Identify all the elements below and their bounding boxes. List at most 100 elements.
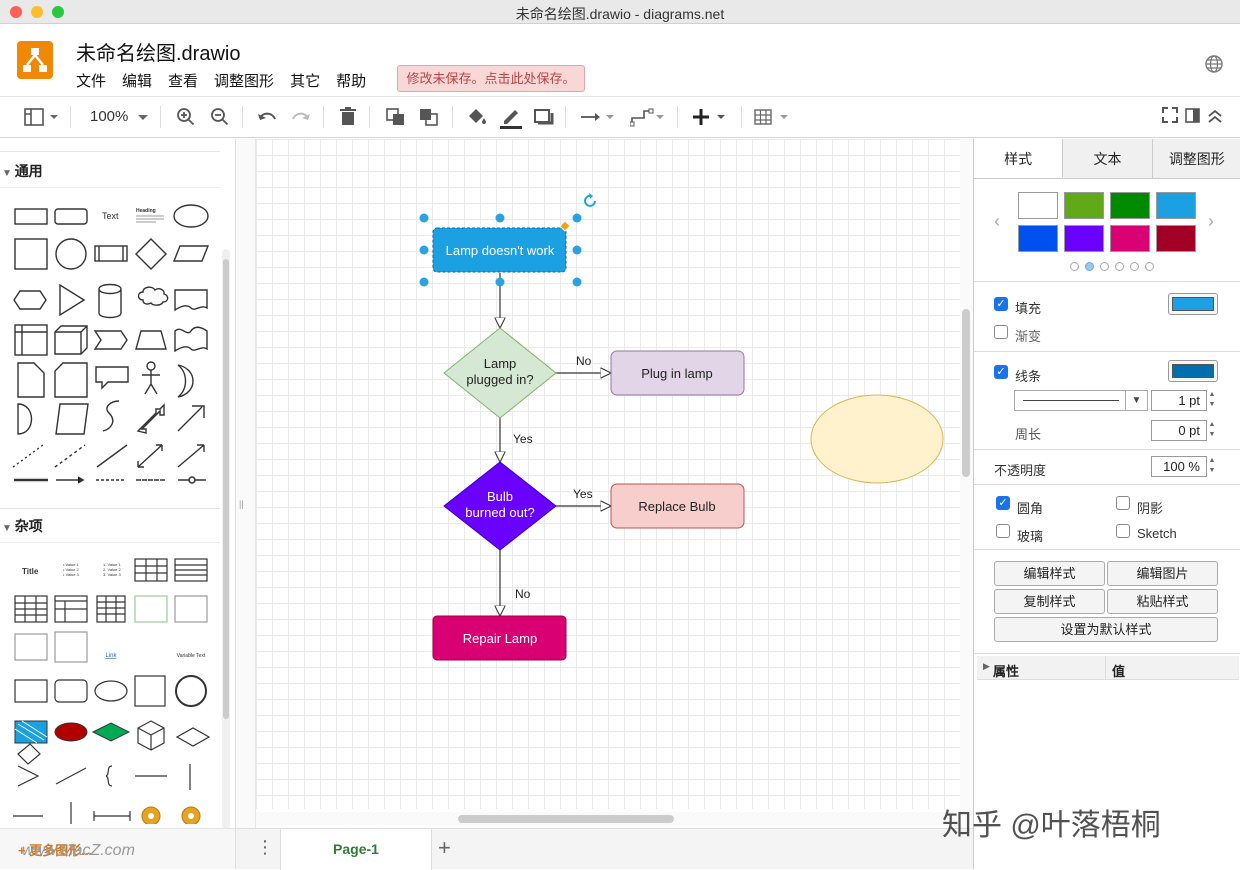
menu-file[interactable]: 文件 xyxy=(76,70,106,91)
canvas-horizontal-scrollbar[interactable] xyxy=(256,812,960,826)
menu-arrange[interactable]: 调整图形 xyxy=(214,70,274,91)
edge-label-no-2: No xyxy=(515,587,531,601)
edit-style-button[interactable]: 编辑样式 xyxy=(994,561,1105,586)
gradient-checkbox[interactable] xyxy=(994,325,1008,339)
add-page-icon[interactable]: + xyxy=(438,835,451,861)
node-replace-bulb-label: Replace Bulb xyxy=(638,499,715,514)
zoom-in-icon[interactable] xyxy=(176,105,196,136)
unsaved-notice-button[interactable]: 修改未保存。点击此处保存。 xyxy=(397,65,585,92)
line-color-button[interactable] xyxy=(1168,360,1218,382)
expand-chevron-icon[interactable]: ▶ xyxy=(983,661,990,672)
flowchart-diagram: Lamp doesn't work Lamp plugged in? Plug … xyxy=(419,193,944,661)
zoom-level-select[interactable]: 100% xyxy=(90,105,128,129)
rounded-checkbox[interactable]: ✓ xyxy=(996,496,1010,510)
pages-menu-icon[interactable]: ⋮ xyxy=(256,837,274,858)
color-swatch[interactable] xyxy=(1018,225,1058,252)
copy-style-button[interactable]: 复制样式 xyxy=(994,589,1105,614)
color-swatch[interactable] xyxy=(1064,192,1104,219)
opacity-input[interactable]: 100 % xyxy=(1151,456,1207,477)
general-section-header[interactable]: ▼ 通用 xyxy=(2,161,43,181)
app-header: 未命名绘图.drawio 文件 编辑 查看 调整图形 其它 帮助 修改未保存。点… xyxy=(0,24,1240,96)
opacity-label: 不透明度 xyxy=(994,463,1047,478)
rounded-label: 圆角 xyxy=(1017,501,1044,516)
connection-style-icon[interactable] xyxy=(580,105,616,136)
edit-image-button[interactable]: 编辑图片 xyxy=(1107,561,1218,586)
color-swatch[interactable] xyxy=(1156,225,1196,252)
shadow-checkbox[interactable] xyxy=(1116,496,1130,510)
color-prev-chevron-icon[interactable]: ‹ xyxy=(994,211,1000,232)
menu-edit[interactable]: 编辑 xyxy=(122,70,152,91)
shape-heading-sample: Heading xyxy=(136,208,156,214)
misc-shapes-grid[interactable]: Title • Value 1• Value 2• Value 31. Valu… xyxy=(8,554,218,824)
color-swatch[interactable] xyxy=(1064,225,1104,252)
line-width-stepper[interactable]: ▲ ▼ xyxy=(1207,390,1217,411)
misc-section-header[interactable]: ▼ 杂项 xyxy=(2,516,43,536)
zoom-out-icon[interactable] xyxy=(210,105,230,136)
perimeter-input[interactable]: 0 pt xyxy=(1151,420,1207,441)
rotate-handle-icon[interactable] xyxy=(584,193,596,207)
to-front-icon[interactable] xyxy=(386,105,406,136)
tab-style[interactable]: 样式 xyxy=(974,139,1064,178)
format-panel-icon[interactable] xyxy=(1185,105,1201,136)
waypoints-icon[interactable] xyxy=(629,105,666,136)
diagram-canvas[interactable]: Lamp doesn't work Lamp plugged in? Plug … xyxy=(256,139,960,809)
tab-arrange[interactable]: 调整图形 xyxy=(1152,139,1240,178)
format-panel: 样式 文本 调整图形 ‹ › ✓ 填充 渐变 ✓ 线条 ▼ 1 pt ▲ ▼ 周长… xyxy=(973,139,1240,869)
swatch-pager[interactable] xyxy=(1070,262,1154,271)
sketch-label: Sketch xyxy=(1137,526,1177,541)
set-default-style-button[interactable]: 设置为默认样式 xyxy=(994,617,1218,642)
fill-color-button[interactable] xyxy=(1168,293,1218,315)
shadow-icon[interactable] xyxy=(534,105,554,136)
perimeter-label: 周长 xyxy=(1015,427,1042,442)
canvas-vertical-scrollbar[interactable] xyxy=(960,139,973,829)
insert-plus-icon[interactable] xyxy=(692,105,728,136)
perimeter-stepper[interactable]: ▲ ▼ xyxy=(1207,420,1217,441)
opacity-stepper[interactable]: ▲ ▼ xyxy=(1207,456,1217,477)
document-title[interactable]: 未命名绘图.drawio xyxy=(76,37,240,66)
sidebar-scrollbar[interactable] xyxy=(222,249,230,829)
globe-icon[interactable] xyxy=(1204,54,1224,79)
color-swatch[interactable] xyxy=(1018,192,1058,219)
format-panel-toggle-icon[interactable] xyxy=(24,105,60,136)
zoom-dropdown-chevron-icon[interactable] xyxy=(137,105,149,136)
color-swatch[interactable] xyxy=(1110,192,1150,219)
menu-view[interactable]: 查看 xyxy=(168,70,198,91)
tab-text[interactable]: 文本 xyxy=(1063,139,1153,178)
delete-icon[interactable] xyxy=(339,105,357,136)
menu-help[interactable]: 帮助 xyxy=(336,70,366,91)
line-checkbox[interactable]: ✓ xyxy=(994,365,1008,379)
decision2-line2: burned out? xyxy=(465,505,534,520)
ellipse-shape[interactable] xyxy=(810,394,944,484)
window-title: 未命名绘图.drawio - diagrams.net xyxy=(515,6,725,22)
menu-extras[interactable]: 其它 xyxy=(290,70,320,91)
fill-color-icon[interactable] xyxy=(466,105,488,136)
color-swatch[interactable] xyxy=(1156,192,1196,219)
shape-sidebar: ▼ 通用 Text Heading ▼ 杂项 Title • Value 1 •… xyxy=(0,139,236,869)
paste-style-button[interactable]: 粘贴样式 xyxy=(1107,589,1218,614)
table-icon[interactable] xyxy=(754,105,790,136)
redo-icon[interactable] xyxy=(290,105,312,136)
tab-page-1[interactable]: Page-1 xyxy=(280,829,432,870)
node-lamp-doesnt-work-label: Lamp doesn't work xyxy=(446,243,555,258)
macz-watermark: www.MacZ.com xyxy=(22,842,135,859)
general-shapes-grid[interactable]: Text Heading xyxy=(8,199,218,489)
line-color-icon[interactable] xyxy=(499,105,523,136)
node-repair-lamp-label: Repair Lamp xyxy=(463,631,537,646)
color-swatch[interactable] xyxy=(1110,225,1150,252)
sketch-checkbox[interactable] xyxy=(1116,524,1130,538)
glass-checkbox[interactable] xyxy=(996,524,1010,538)
decision1-line2: plugged in? xyxy=(466,372,533,387)
connector-shapes-row[interactable] xyxy=(8,471,218,491)
line-width-input[interactable]: 1 pt xyxy=(1151,390,1207,411)
undo-icon[interactable] xyxy=(256,105,278,136)
sidebar-splitter[interactable]: || xyxy=(236,139,256,829)
fill-checkbox[interactable]: ✓ xyxy=(994,297,1008,311)
line-pattern-select[interactable]: ▼ xyxy=(1014,390,1148,411)
decision2-line1: Bulb xyxy=(487,489,513,504)
color-next-chevron-icon[interactable]: › xyxy=(1208,211,1214,232)
collapse-chevron-icon[interactable] xyxy=(1207,105,1223,136)
edge-label-yes-2: Yes xyxy=(573,487,593,501)
fullscreen-icon[interactable] xyxy=(1161,105,1179,136)
to-back-icon[interactable] xyxy=(419,105,439,136)
toolbar: 100% xyxy=(0,96,1240,138)
